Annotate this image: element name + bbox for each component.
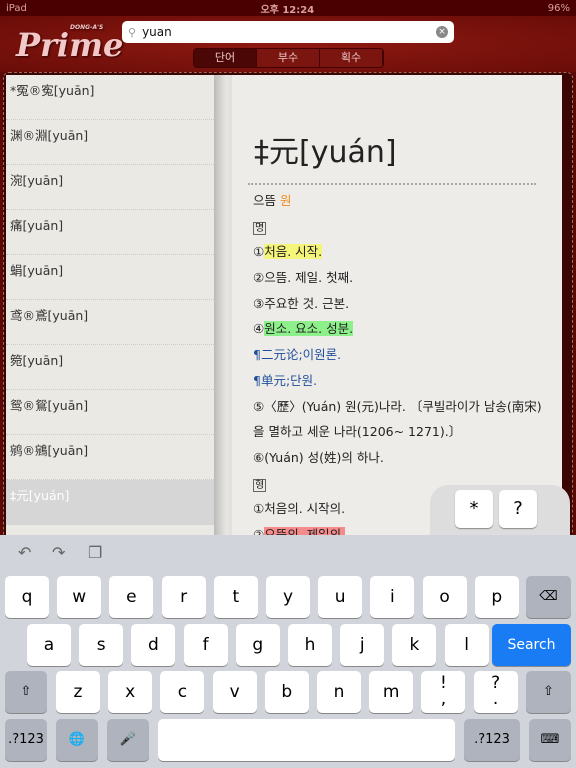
key-7[interactable]: ! , [421, 671, 466, 713]
numbers-key-right[interactable]: .?123 [464, 719, 520, 761]
key-6[interactable]: m [369, 671, 414, 713]
backspace-key[interactable]: ⌫ [526, 576, 571, 618]
list-item[interactable]: 箢[yuān] [6, 345, 216, 390]
key-1[interactable]: x [108, 671, 153, 713]
key-d[interactable]: d [131, 624, 176, 666]
key-i[interactable]: i [370, 576, 415, 618]
clock: 오후 12:24 [260, 4, 315, 16]
search-field[interactable]: ⚲ yuan × [122, 21, 454, 43]
key-w[interactable]: w [57, 576, 102, 618]
key-o[interactable]: o [422, 576, 467, 618]
search-input[interactable]: yuan [142, 25, 436, 39]
key-h[interactable]: h [288, 624, 332, 666]
key-g[interactable]: g [235, 624, 280, 666]
device-label: iPad [6, 2, 27, 14]
pos-adj: 형 [253, 478, 267, 492]
headword: ‡元[yuán] [254, 135, 397, 170]
key-y[interactable]: y [266, 576, 310, 618]
tab-strokes[interactable]: 획수 [320, 49, 383, 67]
wildcard-question-button[interactable]: ? [499, 490, 537, 528]
clear-icon[interactable]: × [436, 26, 448, 38]
list-item[interactable]: 鹓®鵷[yuān] [6, 435, 216, 480]
key-4[interactable]: b [264, 671, 309, 713]
app-logo: Prime DONG-A'S [16, 24, 124, 64]
list-item[interactable]: 鸳®鴛[yuān] [6, 390, 216, 435]
list-item[interactable]: 渊®淵[yuān] [6, 120, 216, 165]
key-r[interactable]: r [161, 576, 206, 618]
globe-key[interactable]: 🌐 [56, 719, 98, 761]
tab-radical[interactable]: 부수 [257, 49, 320, 67]
search-icon: ⚲ [128, 25, 137, 39]
list-item[interactable]: 涴[yuān] [6, 165, 216, 210]
entry-panel: ‡元[yuán] 으뜸 원 명 ①처음. 시작. ②으뜸. 제일. 첫째. ③주… [232, 75, 562, 535]
result-list[interactable]: *冤®寃[yuān] 渊®淵[yuān] 涴[yuān] 痛[yuān] 蜎[y… [6, 75, 216, 535]
key-l[interactable]: l [444, 624, 489, 666]
key-q[interactable]: q [5, 576, 49, 618]
status-bar: iPad 오후 12:24 96% [0, 0, 576, 16]
tab-word[interactable]: 단어 [194, 49, 257, 67]
book-spine [214, 75, 234, 535]
pos-noun: 명 [253, 221, 267, 235]
key-a[interactable]: a [27, 624, 71, 666]
key-j[interactable]: j [340, 624, 385, 666]
dictation-key[interactable]: 🎤 [107, 719, 149, 761]
shift-key-left[interactable]: ⇧ [5, 671, 47, 713]
list-item-selected[interactable]: ‡元[yuán] [6, 480, 216, 525]
key-8[interactable]: ? . [473, 671, 518, 713]
key-k[interactable]: k [392, 624, 437, 666]
list-item[interactable]: 蜎[yuān] [6, 255, 216, 300]
list-item[interactable]: 痛[yuān] [6, 210, 216, 255]
header: Prime DONG-A'S ⚲ yuan × 단어 부수 획수 [0, 16, 576, 72]
shift-key-right[interactable]: ⇧ [526, 671, 571, 713]
key-0[interactable]: z [56, 671, 100, 713]
key-f[interactable]: f [183, 624, 228, 666]
key-2[interactable]: c [160, 671, 205, 713]
key-5[interactable]: n [317, 671, 361, 713]
key-e[interactable]: e [109, 576, 154, 618]
redo-icon[interactable]: ↷ [52, 543, 65, 562]
key-p[interactable]: p [474, 576, 519, 618]
battery: 96% [547, 2, 570, 14]
undo-icon[interactable]: ↶ [18, 543, 31, 562]
list-item[interactable]: *冤®寃[yuān] [6, 75, 216, 120]
key-u[interactable]: u [318, 576, 363, 618]
definition: 으뜸 원 명 ①처음. 시작. ②으뜸. 제일. 첫째. ③주요한 것. 근본.… [253, 193, 542, 535]
numbers-key-left[interactable]: .?123 [5, 719, 47, 761]
key-s[interactable]: s [79, 624, 124, 666]
keyboard: ↶ ↷ ❐ q w e r t y u i o p ⌫ a s d f g h j k l Search ⇧ z x c v b n m… [0, 535, 576, 768]
mode-tabs: 단어 부수 획수 [193, 48, 384, 68]
key-3[interactable]: v [212, 671, 257, 713]
key-t[interactable]: t [213, 576, 258, 618]
divider [248, 183, 536, 185]
wildcard-star-button[interactable]: * [455, 490, 493, 528]
list-item[interactable]: 鸢®鳶[yuān] [6, 300, 216, 345]
hide-keyboard-key[interactable]: ⌨ [529, 719, 571, 761]
search-key[interactable]: Search [492, 624, 571, 666]
paste-icon[interactable]: ❐ [88, 543, 102, 562]
space-key[interactable] [158, 719, 455, 761]
